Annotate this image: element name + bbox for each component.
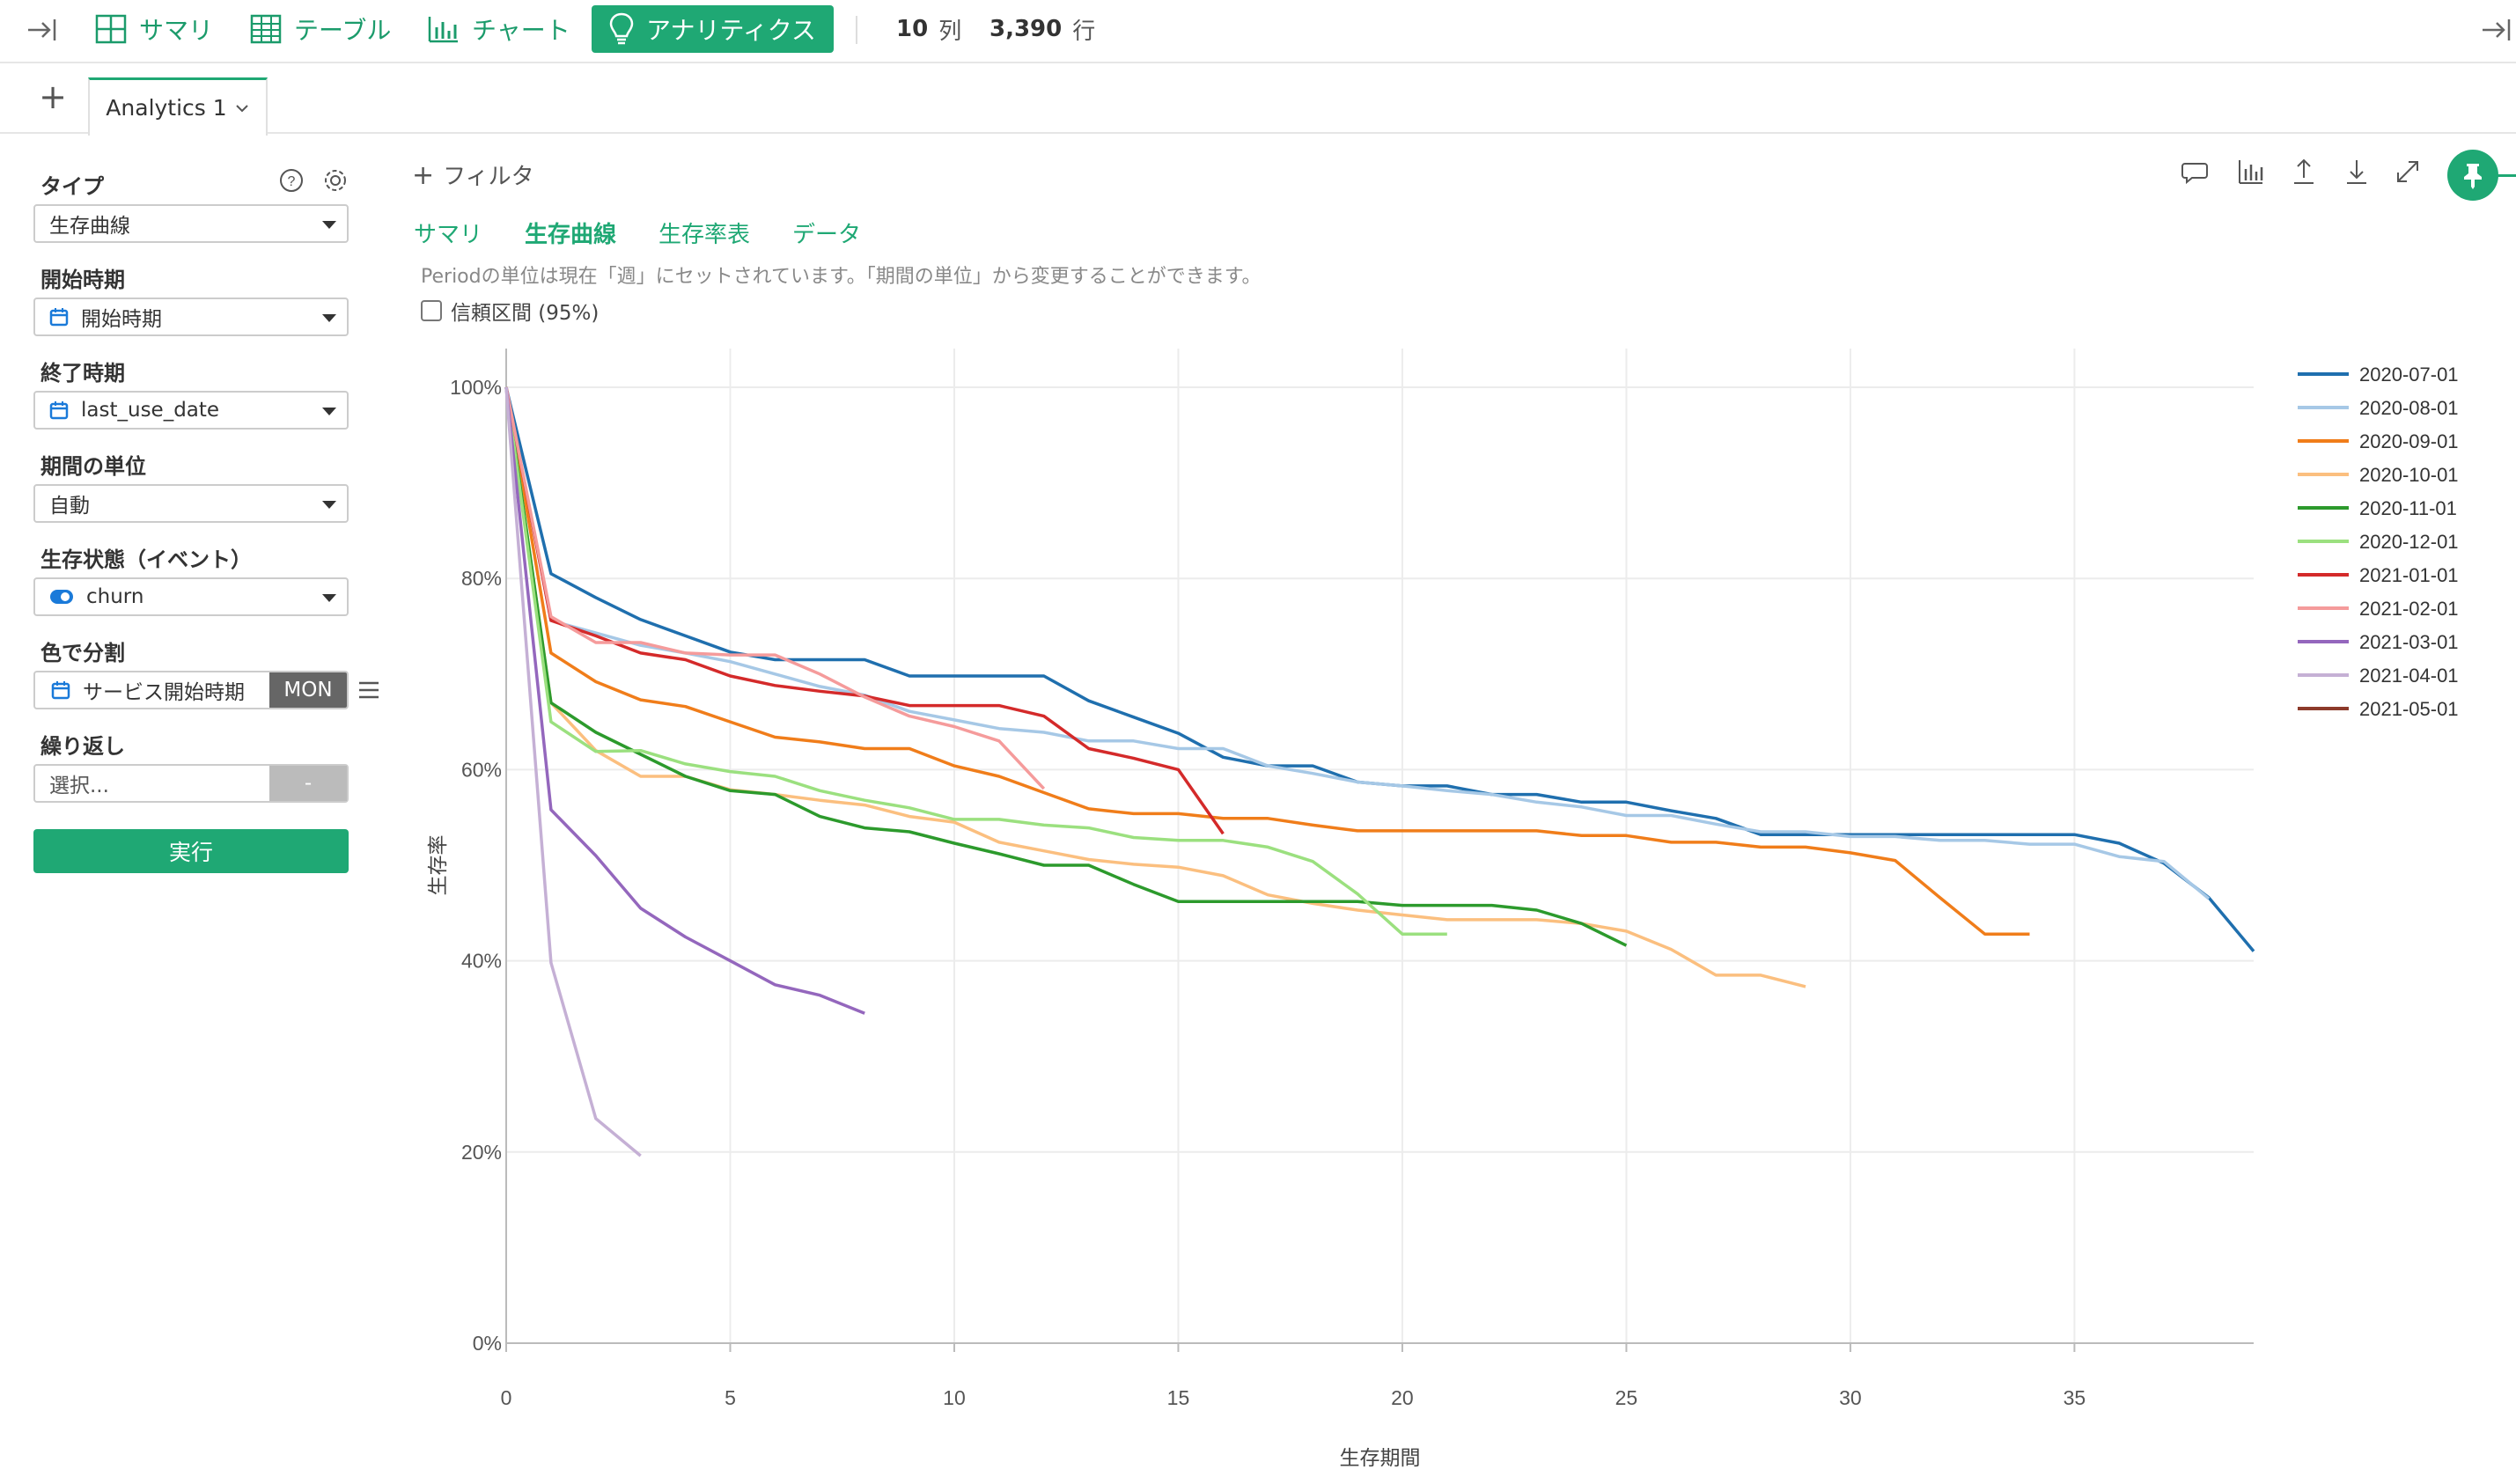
series-line-2020-08-01 [504,386,2211,900]
legend-label: 2020-12-01 [2359,531,2459,553]
series-line-2021-01-01 [504,386,1225,835]
legend-label: 2021-02-01 [2359,598,2459,620]
legend-label: 2021-01-01 [2359,564,2459,586]
y-tick-label: 0% [473,1332,502,1355]
legend-label: 2020-10-01 [2359,464,2459,486]
y-tick-label: 60% [461,758,502,781]
series-line-2021-02-01 [504,386,1046,790]
y-tick-label: 80% [461,567,502,590]
series-line-2020-10-01 [504,386,1806,988]
legend-label: 2020-08-01 [2359,397,2459,419]
x-tick-label: 5 [725,1386,736,1409]
x-tick-label: 30 [1839,1386,1862,1409]
series-line-2020-11-01 [504,386,1628,947]
x-tick-label: 20 [1391,1386,1414,1409]
legend-label: 2020-09-01 [2359,430,2459,452]
y-tick-label: 40% [461,950,502,973]
series-line-2020-07-01 [504,386,2255,952]
y-tick-label: 100% [450,376,502,399]
survival-curve-chart: 0 5 10 15 20 25 30 35 0% 20% 40% 60% 80% 100% 生存期間 生存率 2… [426,349,2459,1469]
legend-label: 2020-07-01 [2359,364,2459,386]
legend-label: 2021-03-01 [2359,631,2459,653]
x-tick-label: 35 [2064,1386,2086,1409]
legend-label: 2021-04-01 [2359,665,2459,687]
legend-label: 2021-05-01 [2359,698,2459,720]
x-tick-label: 25 [1615,1386,1638,1409]
x-tick-label: 10 [943,1386,966,1409]
series-line-2020-12-01 [504,386,1447,936]
x-tick-label: 0 [501,1386,512,1409]
series-line-2020-09-01 [504,386,2030,936]
x-axis-title: 生存期間 [1340,1446,1421,1469]
series-line-2021-03-01 [504,386,865,1015]
y-tick-label: 20% [461,1141,502,1164]
legend-label: 2020-11-01 [2359,497,2457,519]
y-axis-title: 生存率 [426,835,449,896]
x-tick-label: 15 [1167,1386,1190,1409]
